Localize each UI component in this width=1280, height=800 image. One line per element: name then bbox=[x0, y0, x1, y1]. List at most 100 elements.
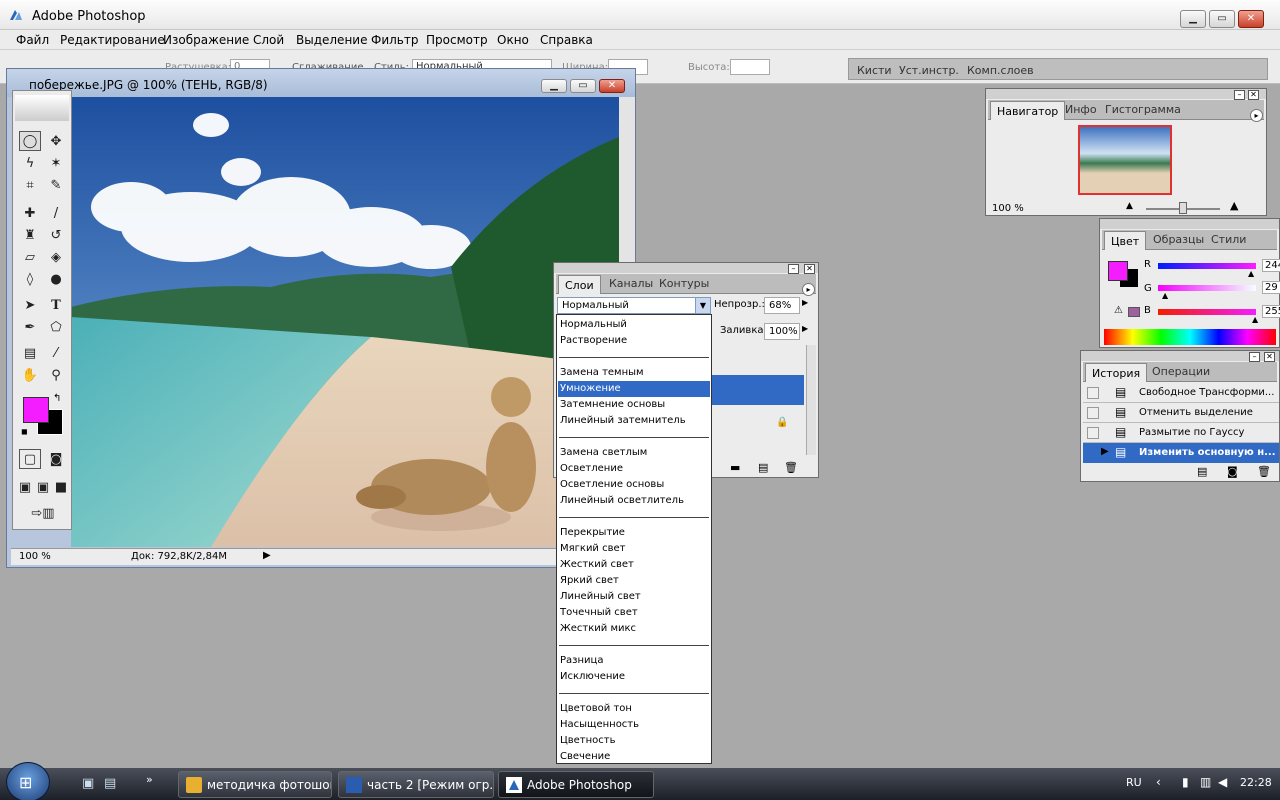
safely-remove-icon[interactable]: ▮ bbox=[1182, 775, 1189, 789]
screen-mode-full-icon[interactable]: ■ bbox=[53, 477, 69, 497]
blend-option[interactable]: Цветовой тон bbox=[558, 701, 710, 717]
new-document-from-state-icon[interactable]: ▤ bbox=[1197, 465, 1207, 478]
history-item-selected[interactable]: ▶ ▤ Изменить основную н... bbox=[1083, 443, 1279, 463]
blend-option[interactable]: Замена темным bbox=[558, 365, 710, 381]
r-slider-thumb-icon[interactable]: ▲ bbox=[1248, 269, 1254, 278]
blend-option[interactable]: Замена светлым bbox=[558, 445, 710, 461]
blend-option[interactable]: Цветность bbox=[558, 733, 710, 749]
taskbar-item-active[interactable]: Adobe Photoshop bbox=[498, 771, 654, 798]
close-button[interactable]: ✕ bbox=[1238, 10, 1264, 28]
type-tool-icon[interactable]: T bbox=[45, 295, 67, 315]
tab-paths[interactable]: Контуры bbox=[656, 277, 712, 290]
height-input[interactable] bbox=[730, 59, 770, 75]
standard-mode-icon[interactable]: ▢ bbox=[19, 449, 41, 469]
paint-bucket-tool-icon[interactable]: ◈ bbox=[45, 247, 67, 267]
zoom-readout[interactable]: 100 % bbox=[19, 551, 51, 562]
new-group-icon[interactable]: ▬ bbox=[730, 461, 740, 474]
blend-option[interactable]: Насыщенность bbox=[558, 717, 710, 733]
palette-close-icon[interactable]: ✕ bbox=[804, 264, 815, 274]
well-tab-layer-comps[interactable]: Комп.слоев bbox=[967, 64, 1034, 77]
zoom-out-icon[interactable]: ▲ bbox=[1126, 201, 1133, 211]
blend-option[interactable]: Линейный свет bbox=[558, 589, 710, 605]
quicklaunch-more-icon[interactable]: » bbox=[146, 773, 153, 786]
blend-option[interactable]: Осветление bbox=[558, 461, 710, 477]
tab-layers[interactable]: Слои bbox=[558, 275, 601, 294]
delete-state-icon[interactable]: 🗑 bbox=[1257, 465, 1271, 478]
marquee-tool-icon[interactable]: ◯ bbox=[19, 131, 41, 151]
well-tab-brushes[interactable]: Кисти bbox=[857, 64, 892, 77]
status-menu-arrow-icon[interactable]: ▶ bbox=[263, 550, 271, 561]
well-tab-tool-presets[interactable]: Уст.инстр. bbox=[899, 64, 959, 77]
brush-tool-icon[interactable]: / bbox=[45, 203, 67, 223]
blend-mode-select[interactable]: Нормальный ▼ bbox=[557, 297, 711, 314]
blur-tool-icon[interactable]: ◊ bbox=[19, 269, 41, 289]
taskbar-item[interactable]: часть 2 [Режим огр... bbox=[338, 771, 494, 798]
language-indicator[interactable]: RU bbox=[1126, 776, 1142, 789]
document-window[interactable]: побережье.JPG @ 100% (ТЕНЬ, RGB/8) ▁ ▭ ✕ bbox=[6, 68, 636, 568]
hand-tool-icon[interactable]: ✋ bbox=[19, 365, 41, 385]
slice-tool-icon[interactable]: ✎ bbox=[45, 175, 67, 195]
feather-logo-icon[interactable] bbox=[15, 95, 69, 121]
fill-input[interactable]: 100% bbox=[764, 323, 800, 340]
zoom-tool-icon[interactable]: ⚲ bbox=[45, 365, 67, 385]
blend-option[interactable]: Яркий свет bbox=[558, 573, 710, 589]
menu-window[interactable]: Окно bbox=[497, 33, 529, 47]
blend-option[interactable]: Свечение bbox=[558, 749, 710, 765]
b-value[interactable]: 255 bbox=[1262, 305, 1280, 318]
menu-image[interactable]: Изображение bbox=[163, 33, 249, 47]
tab-history[interactable]: История bbox=[1085, 363, 1148, 382]
blend-option[interactable]: Жесткий микс bbox=[558, 621, 710, 637]
switch-windows-icon[interactable]: ▤ bbox=[104, 776, 116, 791]
blend-option[interactable]: Точечный свет bbox=[558, 605, 710, 621]
menu-file[interactable]: Файл bbox=[16, 33, 49, 47]
b-slider[interactable] bbox=[1158, 309, 1256, 315]
menu-help[interactable]: Справка bbox=[540, 33, 593, 47]
shape-tool-icon[interactable]: ⬠ bbox=[45, 317, 67, 337]
tab-histogram[interactable]: Гистограмма bbox=[1102, 103, 1184, 116]
document-titlebar[interactable]: побережье.JPG @ 100% (ТЕНЬ, RGB/8) ▁ ▭ ✕ bbox=[7, 69, 635, 97]
palette-minimize-icon[interactable]: – bbox=[1249, 352, 1260, 362]
volume-icon[interactable]: ◀ bbox=[1218, 775, 1227, 789]
tab-channels[interactable]: Каналы bbox=[606, 277, 656, 290]
start-button[interactable]: ⊞ bbox=[6, 762, 50, 800]
blend-option[interactable]: Осветление основы bbox=[558, 477, 710, 493]
menu-select[interactable]: Выделение bbox=[296, 33, 367, 47]
lasso-tool-icon[interactable]: ϟ bbox=[19, 153, 41, 173]
tab-styles[interactable]: Стили bbox=[1208, 233, 1249, 246]
palette-close-icon[interactable]: ✕ bbox=[1264, 352, 1275, 362]
clock[interactable]: 22:28 bbox=[1240, 776, 1272, 789]
selected-layer-row[interactable] bbox=[710, 375, 804, 405]
new-layer-icon[interactable]: ▤ bbox=[758, 461, 768, 474]
notes-tool-icon[interactable]: ▤ bbox=[19, 343, 41, 363]
eyedropper-tool-icon[interactable]: ⁄ bbox=[45, 343, 67, 363]
color-fg-swatch[interactable] bbox=[1108, 261, 1128, 281]
blend-option[interactable]: Разница bbox=[558, 653, 710, 669]
screen-mode-standard-icon[interactable]: ▣ bbox=[17, 477, 33, 497]
maximize-button[interactable]: ▭ bbox=[1209, 10, 1235, 28]
opacity-slider-arrow-icon[interactable]: ▶ bbox=[802, 298, 808, 307]
r-value[interactable]: 244 bbox=[1262, 259, 1280, 272]
path-selection-tool-icon[interactable]: ➤ bbox=[19, 295, 41, 315]
healing-brush-tool-icon[interactable]: ✚ bbox=[19, 203, 41, 223]
dodge-tool-icon[interactable]: ● bbox=[45, 269, 67, 289]
doc-maximize-button[interactable]: ▭ bbox=[570, 79, 596, 93]
blend-option[interactable]: Нормальный bbox=[558, 317, 710, 333]
delete-layer-icon[interactable]: 🗑 bbox=[784, 461, 798, 474]
b-slider-thumb-icon[interactable]: ▲ bbox=[1252, 315, 1258, 324]
palette-close-icon[interactable]: ✕ bbox=[1248, 90, 1259, 100]
tray-expand-icon[interactable]: ‹ bbox=[1156, 775, 1161, 789]
history-brush-source-box[interactable] bbox=[1087, 387, 1099, 399]
quick-mask-mode-icon[interactable]: ◙ bbox=[45, 449, 67, 469]
history-brush-source-box[interactable] bbox=[1087, 407, 1099, 419]
fill-slider-arrow-icon[interactable]: ▶ bbox=[802, 324, 808, 333]
menu-view[interactable]: Просмотр bbox=[426, 33, 488, 47]
tab-actions[interactable]: Операции bbox=[1149, 365, 1213, 378]
history-brush-tool-icon[interactable]: ↺ bbox=[45, 225, 67, 245]
jump-to-imageready-icon[interactable]: ⇨▥ bbox=[21, 503, 65, 523]
foreground-color-swatch[interactable] bbox=[23, 397, 49, 423]
g-value[interactable]: 29 bbox=[1262, 281, 1280, 294]
palette-menu-icon[interactable]: ▸ bbox=[1250, 109, 1263, 122]
palette-menu-icon[interactable]: ▸ bbox=[802, 283, 815, 296]
pen-tool-icon[interactable]: ✒ bbox=[19, 317, 41, 337]
blend-option[interactable]: Жесткий свет bbox=[558, 557, 710, 573]
